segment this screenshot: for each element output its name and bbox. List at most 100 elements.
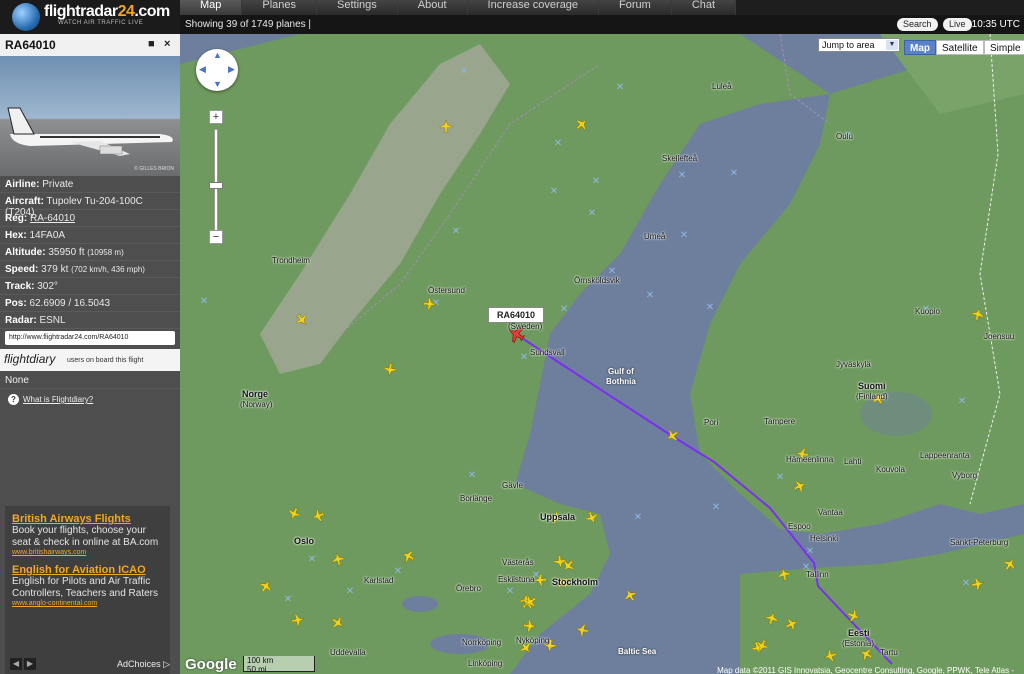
radar-station-icon[interactable]: ✕: [460, 66, 468, 77]
place-label: Örnsköldsvik: [574, 276, 620, 285]
site-logo[interactable]: flightradar24.com WATCH AIR TRAFFIC LIVE: [0, 0, 180, 34]
zoom-in-button[interactable]: +: [209, 110, 223, 124]
radar-station-icon[interactable]: ✕: [678, 170, 686, 181]
info-label: Radar:: [5, 315, 37, 326]
plane-icon[interactable]: [664, 428, 681, 445]
place-label: Hämeenlinna: [786, 455, 834, 464]
brand-name: flightradar24.com: [44, 3, 170, 20]
minimize-icon[interactable]: ■: [148, 38, 155, 50]
info-value-secondary: (10958 m): [87, 248, 124, 257]
place-label: Stockholm: [552, 577, 599, 587]
ad-footer: ◀ ▶ AdChoices ▷: [10, 658, 170, 671]
place-label: Oulu: [836, 132, 853, 141]
adchoices-link[interactable]: AdChoices ▷: [117, 659, 170, 670]
zoom-slider-handle[interactable]: [209, 182, 223, 189]
info-row: Track: 302°: [0, 278, 180, 295]
radar-station-icon[interactable]: ✕: [452, 226, 460, 237]
nav-tab-about[interactable]: About: [397, 0, 468, 15]
place-label: Oslo: [294, 536, 315, 546]
nav-tab-map[interactable]: Map: [180, 0, 243, 15]
jump-to-area-select[interactable]: Jump to area ▼: [818, 38, 900, 52]
zoom-out-button[interactable]: −: [209, 230, 223, 244]
place-label: Tartu: [880, 648, 898, 657]
radar-station-icon[interactable]: ✕: [588, 208, 596, 219]
radar-station-icon[interactable]: ✕: [346, 586, 354, 597]
info-label: Aircraft:: [5, 196, 44, 207]
radar-station-icon[interactable]: ✕: [200, 296, 208, 307]
pan-control[interactable]: ▲ ▼ ◀ ▶: [196, 49, 238, 91]
radar-station-icon[interactable]: ✕: [776, 472, 784, 483]
place-label: Borlänge: [460, 494, 493, 503]
radar-station-icon[interactable]: ✕: [284, 594, 292, 605]
info-value: 379 kt: [41, 264, 69, 275]
radar-station-icon[interactable]: ✕: [646, 290, 654, 301]
flight-callout[interactable]: RA64010: [488, 307, 545, 323]
radar-station-icon[interactable]: ✕: [962, 578, 970, 589]
radar-station-icon[interactable]: ✕: [308, 554, 316, 565]
zoom-slider-track[interactable]: [214, 129, 218, 232]
pan-left-icon[interactable]: ◀: [199, 64, 206, 75]
aircraft-illustration: [7, 107, 173, 156]
ad-link[interactable]: www.britishairways.com: [12, 549, 163, 556]
radar-station-icon[interactable]: ✕: [550, 186, 558, 197]
nav-tab-increase-coverage[interactable]: Increase coverage: [467, 0, 600, 15]
pan-right-icon[interactable]: ▶: [228, 64, 235, 75]
info-value-secondary: (702 km/h, 436 mph): [71, 265, 145, 274]
radar-station-icon[interactable]: ✕: [506, 586, 514, 597]
radar-station-icon[interactable]: ✕: [520, 352, 528, 363]
planes-count: Showing 39 of 1749 planes |: [185, 19, 312, 30]
map-graphics: ✕✕✕✕✕ ✕✕✕✕✕✕✕ ✕✕✕✕✕ ✕✕✕✕✕✕✕✕✕✕✕✕✕✕✕✕: [180, 34, 1024, 674]
nav-tab-planes[interactable]: Planes: [242, 0, 318, 15]
radar-station-icon[interactable]: ✕: [560, 304, 568, 315]
radar-station-icon[interactable]: ✕: [554, 138, 562, 149]
jump-to-area-value: Jump to area: [822, 40, 875, 50]
place-label: Nyköping: [516, 636, 550, 645]
nav-tab-settings[interactable]: Settings: [317, 0, 398, 15]
flight-url[interactable]: http://www.flightradar24.com/RA64010: [5, 331, 175, 345]
radar-station-icon[interactable]: ✕: [616, 82, 624, 93]
aircraft-photo: © GILLES BRION: [0, 56, 180, 176]
close-icon[interactable]: ×: [164, 38, 170, 50]
nav-tab-forum[interactable]: Forum: [599, 0, 672, 15]
plane-icon[interactable]: [575, 623, 589, 637]
map-canvas[interactable]: ✕ ✕ ✕ ✕ ✕ ✕ ✕ ✕ ✕ ✕ ✕ ✕ ✕ ✕ ✕ ✕ ✕ ✕ ✕ ✕ ✕ ✕ ✕ ✕ ✕ ✕ ✕ ✕ ✕ ✕ ✕ ✕ ✕ Luleå O…: [180, 34, 1024, 674]
radar-station-icon[interactable]: ✕: [592, 176, 600, 187]
info-row: Reg: RA-64010: [0, 210, 180, 227]
globe-icon: [12, 3, 40, 31]
map-type-satellite[interactable]: Satellite: [936, 40, 984, 55]
radar-station-icon[interactable]: ✕: [706, 302, 714, 313]
search-button[interactable]: Search: [897, 18, 938, 31]
nav-tab-chat[interactable]: Chat: [671, 0, 737, 15]
flightdiary-caption: users on board this flight: [67, 357, 144, 364]
place-label: Östersund: [428, 286, 465, 295]
ad-title[interactable]: British Airways Flights: [12, 513, 163, 525]
flightdiary-logo[interactable]: flightdiary: [4, 352, 55, 366]
flightdiary-help-link[interactable]: What is Flightdiary?: [23, 395, 93, 404]
radar-station-icon[interactable]: ✕: [712, 502, 720, 513]
place-label: Eskilstuna: [498, 575, 535, 584]
info-value: 62.6909 / 16.5043: [29, 298, 111, 309]
place-label: (Finland): [856, 392, 888, 401]
map-type-simple[interactable]: Simple: [984, 40, 1024, 55]
radar-station-icon[interactable]: ✕: [468, 470, 476, 481]
radar-station-icon[interactable]: ✕: [680, 230, 688, 241]
radar-station-icon[interactable]: ✕: [806, 546, 814, 557]
ad-title[interactable]: English for Aviation ICAO: [12, 564, 163, 576]
ad-prev-icon[interactable]: ◀: [10, 658, 22, 670]
ad-next-icon[interactable]: ▶: [24, 658, 36, 670]
ad-link[interactable]: www.anglo-continental.com: [12, 600, 163, 607]
pan-down-icon[interactable]: ▼: [213, 79, 222, 89]
live-button[interactable]: Live: [943, 18, 972, 31]
info-row: Altitude: 35950 ft (10958 m): [0, 244, 180, 261]
pan-up-icon[interactable]: ▲: [213, 50, 222, 60]
radar-station-icon[interactable]: ✕: [730, 168, 738, 179]
radar-station-icon[interactable]: ✕: [958, 396, 966, 407]
radar-station-icon[interactable]: ✕: [394, 566, 402, 577]
plane-icon[interactable]: [622, 587, 638, 603]
place-label: Lahti: [844, 457, 862, 466]
radar-station-icon[interactable]: ✕: [634, 512, 642, 523]
place-label: Sankt-Peterburg: [950, 538, 1009, 547]
place-label: Bothnia: [606, 377, 636, 386]
map-type-map[interactable]: Map: [904, 40, 936, 55]
info-value[interactable]: RA-64010: [30, 213, 75, 224]
